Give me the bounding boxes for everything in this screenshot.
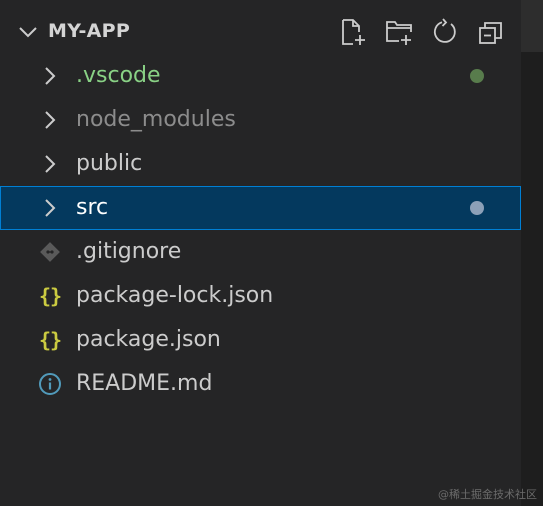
tree-item-vscode[interactable]: .vscode bbox=[0, 54, 521, 98]
watermark: @稀土掘金技术社区 bbox=[438, 488, 537, 501]
workspace-title: MY-APP bbox=[48, 20, 131, 42]
explorer-section-header[interactable]: MY-APP bbox=[0, 12, 521, 52]
git-status-dot bbox=[470, 69, 484, 83]
tree-item-label: README.md bbox=[76, 371, 213, 396]
tree-item-label: public bbox=[76, 151, 143, 176]
refresh-icon bbox=[433, 18, 456, 43]
tree-item-package-json[interactable]: {} package.json bbox=[0, 318, 521, 362]
chevron-right-icon[interactable] bbox=[38, 152, 62, 176]
chevron-right-icon[interactable] bbox=[38, 108, 62, 132]
new-file-icon bbox=[342, 19, 365, 45]
tree-item-package-lock-json[interactable]: {} package-lock.json bbox=[0, 274, 521, 318]
tree-item-label: src bbox=[76, 195, 109, 220]
json-icon: {} bbox=[38, 284, 62, 308]
tree-item-gitignore[interactable]: .gitignore bbox=[0, 230, 521, 274]
tree-item-public[interactable]: public bbox=[0, 142, 521, 186]
editor-edge bbox=[521, 0, 543, 506]
json-icon: {} bbox=[38, 328, 62, 352]
git-icon bbox=[38, 240, 62, 264]
collapse-all-button[interactable] bbox=[475, 16, 507, 48]
tree-item-label: package-lock.json bbox=[76, 283, 274, 308]
tree-item-readme-md[interactable]: README.md bbox=[0, 362, 521, 406]
new-folder-icon bbox=[386, 21, 412, 45]
tree-item-label: package.json bbox=[76, 327, 221, 352]
explorer-panel: MY-APP .vscode node_modules public src .… bbox=[0, 0, 543, 506]
header-actions bbox=[337, 16, 507, 48]
refresh-button[interactable] bbox=[429, 16, 461, 48]
tree-item-label: .gitignore bbox=[76, 239, 182, 264]
tree-item-src[interactable]: src bbox=[0, 186, 521, 230]
chevron-down-icon[interactable] bbox=[16, 20, 40, 44]
git-status-dot bbox=[470, 201, 484, 215]
info-icon bbox=[38, 372, 62, 396]
file-tree: .vscode node_modules public src .gitigno… bbox=[0, 54, 521, 406]
new-folder-button[interactable] bbox=[383, 16, 415, 48]
tree-item-label: node_modules bbox=[76, 107, 236, 132]
chevron-right-icon[interactable] bbox=[38, 196, 62, 220]
tree-item-node-modules[interactable]: node_modules bbox=[0, 98, 521, 142]
editor-tab-edge bbox=[521, 0, 543, 52]
new-file-button[interactable] bbox=[337, 16, 369, 48]
collapse-all-icon bbox=[479, 22, 502, 44]
tree-item-label: .vscode bbox=[76, 63, 161, 88]
chevron-right-icon[interactable] bbox=[38, 64, 62, 88]
